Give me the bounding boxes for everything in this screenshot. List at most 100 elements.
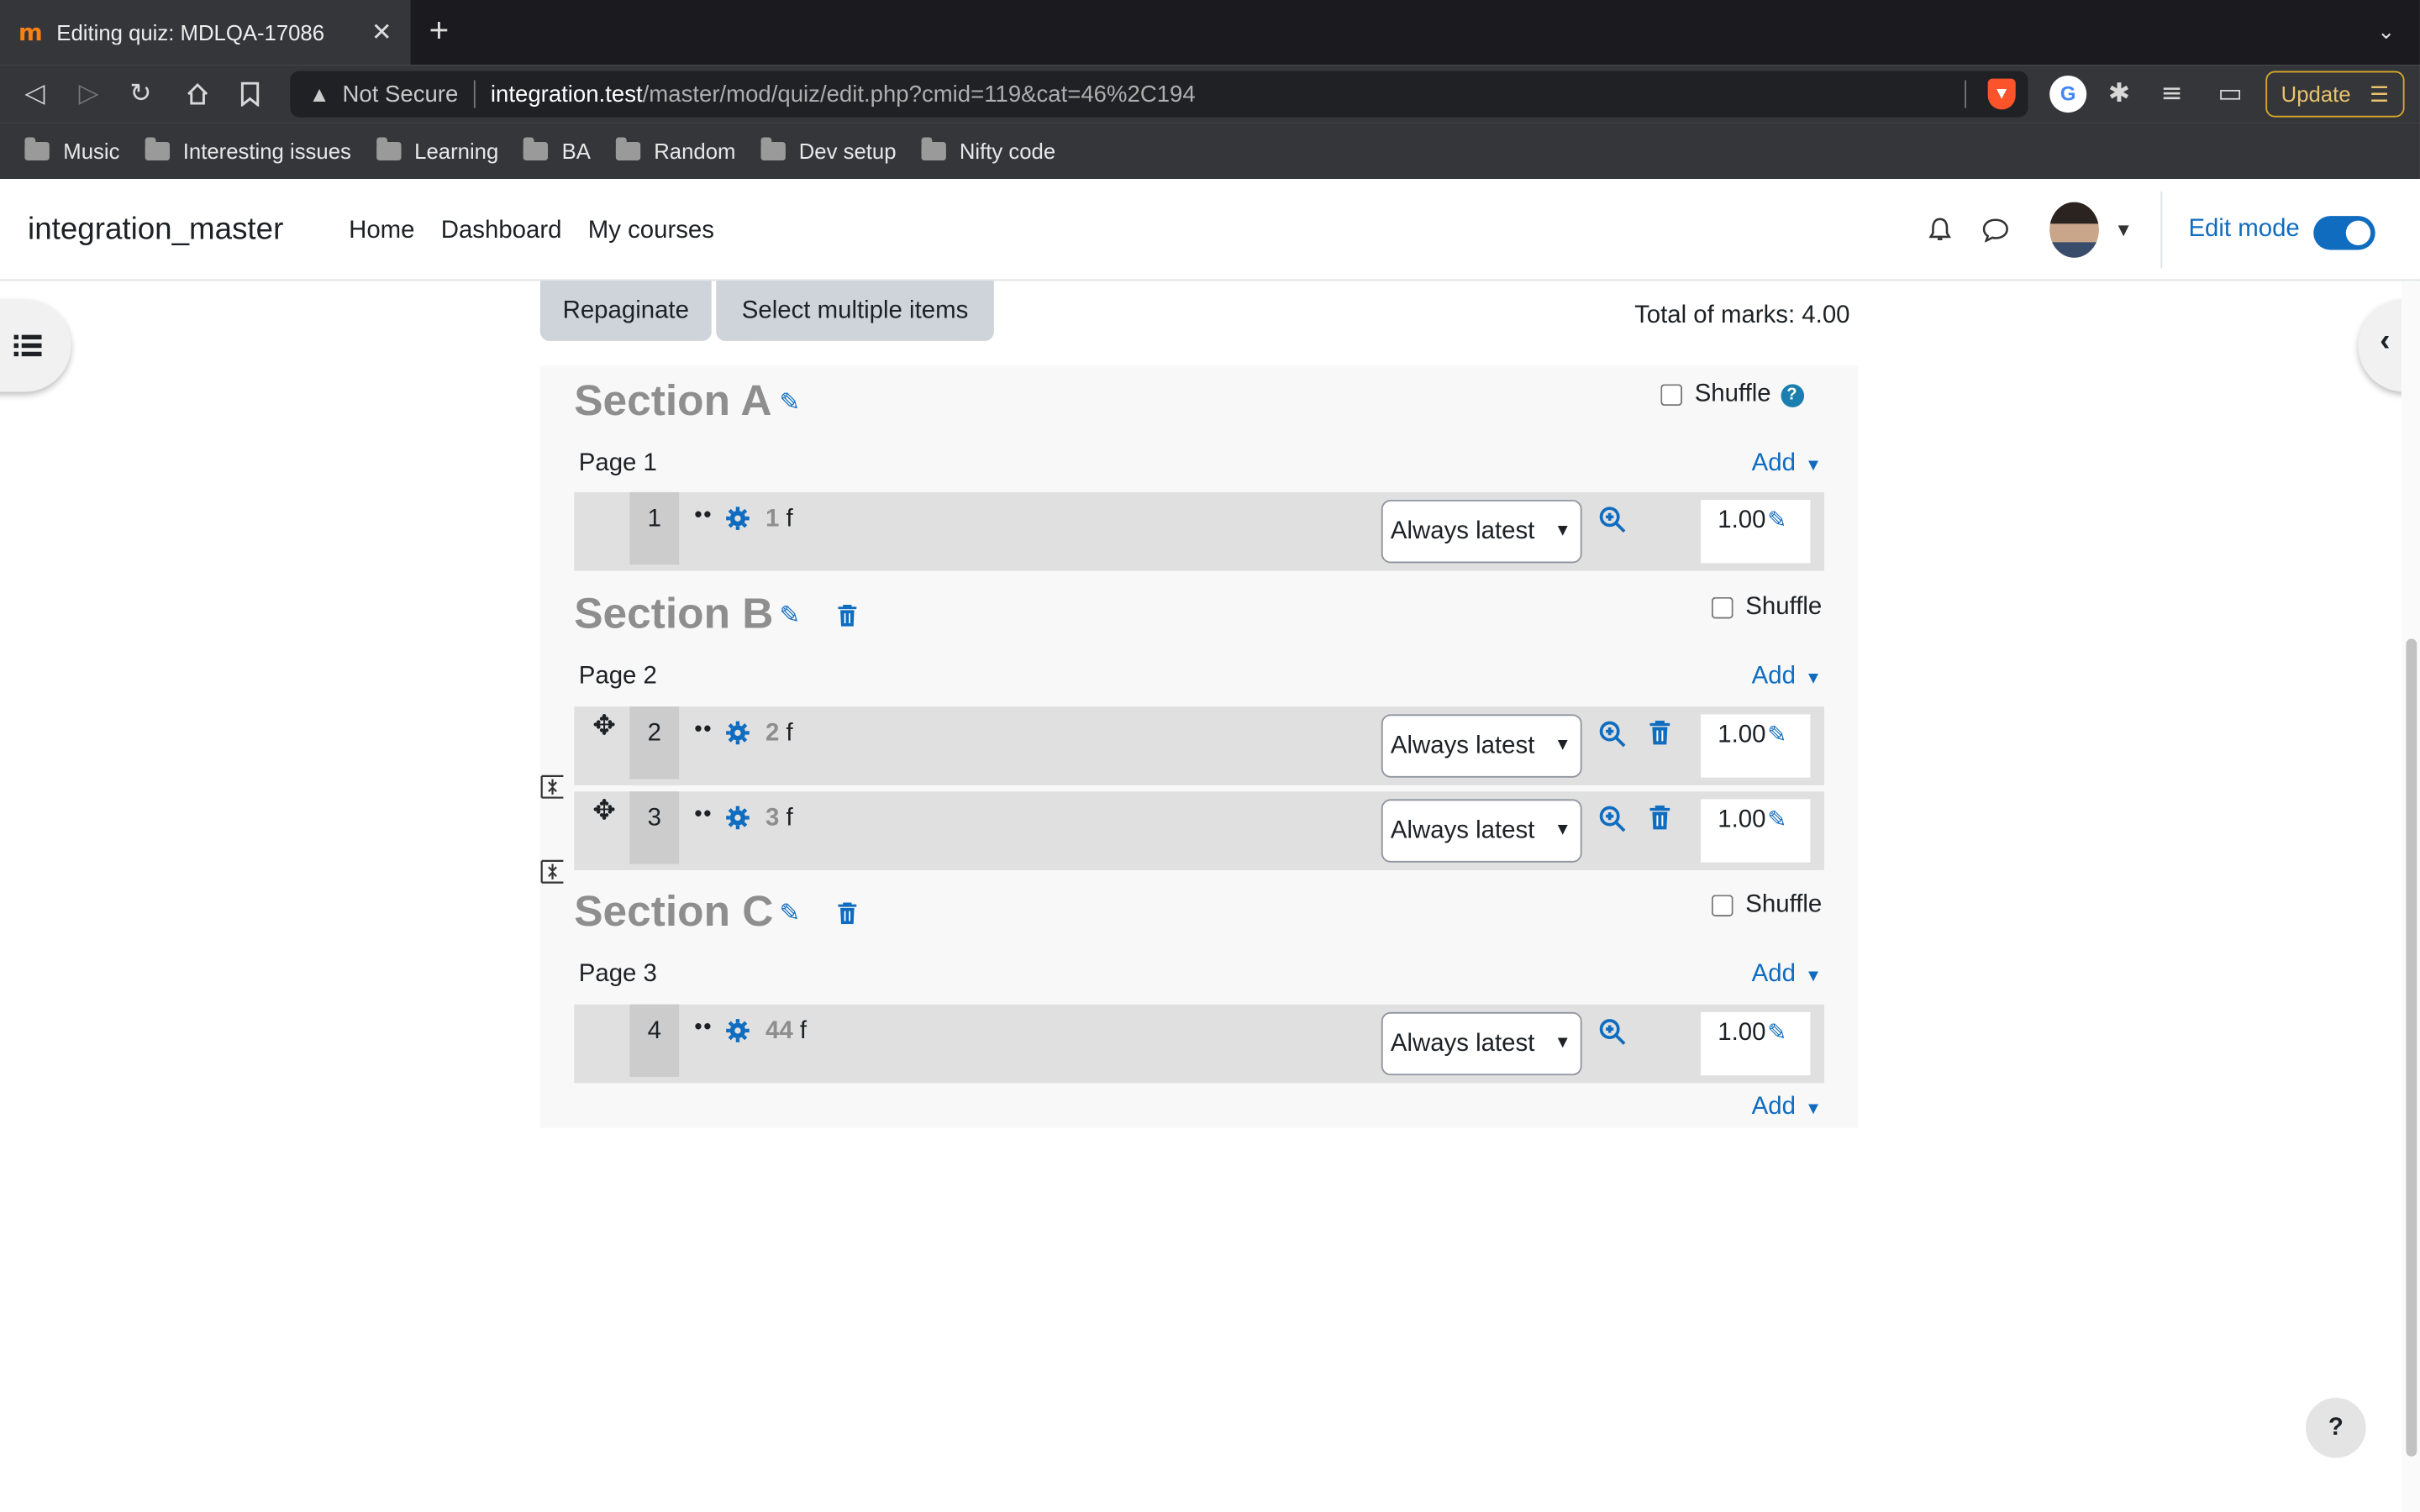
mark-value: 1.00 — [1718, 806, 1766, 833]
help-icon[interactable]: ? — [1780, 383, 1804, 407]
version-select[interactable]: Always latest ▼ — [1381, 799, 1582, 863]
user-menu-chevron-icon[interactable]: ▼ — [2114, 219, 2133, 241]
site-name[interactable]: integration_master — [28, 213, 283, 248]
list-icon — [13, 334, 42, 357]
reload-icon[interactable]: ↻ — [129, 79, 151, 110]
site-navbar: integration_master Home Dashboard My cou… — [0, 179, 2420, 281]
nav-home[interactable]: Home — [349, 218, 414, 245]
bookmark-folder[interactable]: Dev setup — [760, 137, 897, 164]
add-menu-end[interactable]: Add ▼ — [1752, 1094, 1822, 1121]
question-type-icon: •• — [694, 1013, 713, 1039]
edit-mark-pencil-icon[interactable]: ✎ — [1767, 722, 1786, 748]
preview-zoom-icon[interactable] — [1599, 721, 1627, 748]
version-value: Always latest — [1390, 1030, 1535, 1058]
edit-question-gear-icon[interactable] — [725, 721, 750, 745]
edit-mark-pencil-icon[interactable]: ✎ — [1767, 807, 1786, 833]
question-name[interactable]: 3 f — [765, 806, 793, 833]
page-3-label: Page 3 — [578, 961, 657, 988]
question-name[interactable]: 2 f — [765, 721, 793, 748]
section-a-shuffle[interactable]: Shuffle? — [1660, 381, 1804, 409]
user-avatar[interactable] — [2049, 202, 2099, 258]
max-mark[interactable]: 1.00 ✎ — [1701, 500, 1811, 564]
tab-title: Editing quiz: MDLQA-17086 — [56, 19, 325, 45]
update-button[interactable]: Update ☰ — [2265, 71, 2405, 118]
add-menu-page-2[interactable]: Add ▼ — [1752, 664, 1822, 691]
version-select[interactable]: Always latest ▼ — [1381, 500, 1582, 564]
back-icon[interactable]: ◁ — [24, 79, 45, 110]
translate-extension-icon[interactable]: G — [2049, 75, 2087, 113]
shuffle-checkbox[interactable] — [1711, 596, 1733, 619]
preview-zoom-icon[interactable] — [1599, 806, 1627, 833]
edit-mark-pencil-icon[interactable]: ✎ — [1767, 1020, 1786, 1046]
move-handle-icon[interactable]: ✥ — [592, 795, 616, 827]
messages-icon[interactable] — [1981, 218, 2009, 243]
mark-value: 1.00 — [1718, 722, 1766, 748]
add-menu-page-1[interactable]: Add ▼ — [1752, 450, 1822, 478]
shuffle-checkbox[interactable] — [1711, 895, 1733, 916]
edit-mode-toggle[interactable] — [2313, 216, 2375, 250]
preview-zoom-icon[interactable] — [1599, 506, 1627, 533]
bookmark-folder[interactable]: Interesting issues — [144, 137, 351, 164]
version-select[interactable]: Always latest ▼ — [1381, 714, 1582, 778]
question-name[interactable]: 44 f — [765, 1018, 807, 1046]
bookmark-folder[interactable]: Learning — [376, 137, 498, 164]
delete-section-c-trash-icon[interactable] — [838, 902, 857, 925]
address-bar[interactable]: ▲ Not Secure integration.test/master/mod… — [290, 71, 2028, 118]
preview-zoom-icon[interactable] — [1599, 1018, 1627, 1046]
repaginate-button[interactable]: Repaginate — [539, 281, 712, 341]
delete-question-trash-icon[interactable] — [1649, 805, 1670, 830]
nav-my-courses[interactable]: My courses — [588, 218, 714, 245]
section-c-shuffle[interactable]: Shuffle — [1711, 892, 1822, 920]
extensions-puzzle-icon[interactable]: ✱ — [2108, 79, 2130, 110]
nav-dashboard[interactable]: Dashboard — [441, 218, 562, 245]
home-icon[interactable] — [185, 81, 209, 106]
browser-tab-bar: m Editing quiz: MDLQA-17086 ✕ + ⌄ — [0, 0, 2420, 66]
max-mark[interactable]: 1.00 ✎ — [1701, 1011, 1811, 1076]
move-handle-icon[interactable]: ✥ — [592, 710, 616, 743]
help-button[interactable]: ? — [2306, 1398, 2366, 1458]
new-tab-icon[interactable]: + — [429, 13, 450, 48]
scrollbar-thumb[interactable] — [2406, 638, 2417, 1457]
page-break-icon[interactable] — [540, 774, 565, 799]
question-name[interactable]: 1 f — [765, 506, 793, 533]
course-index-toggle[interactable] — [0, 299, 71, 392]
forward-icon[interactable]: ▷ — [79, 79, 99, 110]
bookmark-folder[interactable]: Music — [24, 137, 119, 164]
question-name-text: f — [786, 805, 793, 832]
edit-section-b-icon[interactable]: ✎ — [780, 600, 801, 631]
select-multiple-button[interactable]: Select multiple items — [716, 281, 994, 341]
edit-question-gear-icon[interactable] — [725, 1018, 750, 1042]
playlist-icon[interactable]: ≡ — [2160, 79, 2182, 110]
version-select[interactable]: Always latest ▼ — [1381, 1011, 1582, 1076]
brave-shield-icon[interactable]: ▼ — [1987, 78, 2016, 110]
max-mark[interactable]: 1.00 ✎ — [1701, 799, 1811, 863]
tab-search-chevron-icon[interactable]: ⌄ — [2377, 18, 2396, 45]
max-mark[interactable]: 1.00 ✎ — [1701, 714, 1811, 778]
close-tab-icon[interactable]: ✕ — [371, 17, 392, 48]
question-slot-4: 4 •• 44 f Always latest ▼ 1.00 ✎ — [574, 1004, 1824, 1084]
shuffle-checkbox[interactable] — [1660, 384, 1683, 407]
delete-section-b-trash-icon[interactable] — [838, 604, 857, 627]
bookmark-label: Random — [654, 139, 736, 164]
edit-section-a-icon[interactable]: ✎ — [780, 387, 801, 418]
bookmark-icon[interactable] — [240, 81, 260, 107]
bookmark-folder[interactable]: Random — [615, 137, 736, 164]
edit-question-gear-icon[interactable] — [725, 806, 750, 830]
notifications-bell-icon[interactable] — [1926, 216, 1954, 244]
repaginate-label: Repaginate — [562, 297, 689, 323]
edit-mark-pencil-icon[interactable]: ✎ — [1767, 507, 1786, 533]
mark-value: 1.00 — [1718, 507, 1766, 534]
chevron-left-icon: ‹ — [2380, 323, 2391, 359]
delete-question-trash-icon[interactable] — [1649, 720, 1670, 745]
add-label: Add — [1751, 961, 1796, 988]
screen: m Editing quiz: MDLQA-17086 ✕ + ⌄ ◁ ▷ ↻ … — [0, 0, 2420, 1512]
page-break-icon[interactable] — [540, 859, 565, 884]
edit-section-c-icon[interactable]: ✎ — [780, 898, 801, 929]
browser-tab-active[interactable]: m Editing quiz: MDLQA-17086 ✕ — [0, 0, 411, 66]
edit-question-gear-icon[interactable] — [725, 506, 750, 530]
add-menu-page-3[interactable]: Add ▼ — [1752, 961, 1822, 989]
bookmark-folder[interactable]: Nifty code — [920, 137, 1055, 164]
section-b-shuffle[interactable]: Shuffle — [1711, 594, 1822, 622]
wallet-icon[interactable]: ▭ — [2217, 79, 2243, 110]
bookmark-folder[interactable]: BA — [523, 137, 591, 164]
